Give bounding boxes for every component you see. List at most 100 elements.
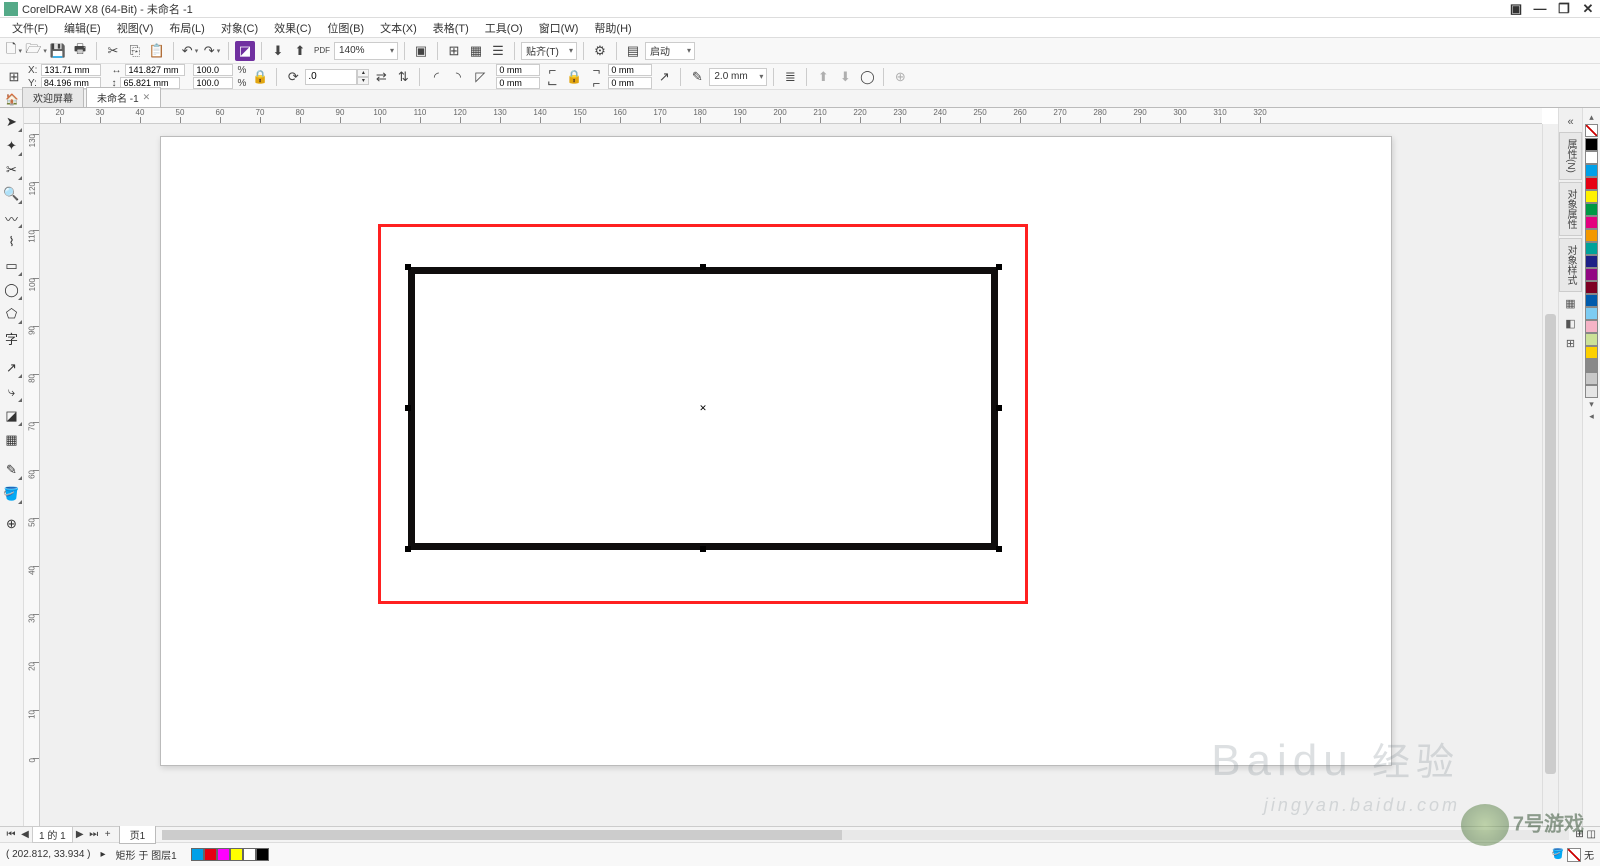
freehand-tool[interactable]: 〰 [1,207,23,229]
rot-up[interactable]: ▴ [357,69,369,77]
sel-handle-e[interactable] [996,405,1002,411]
page-last-button[interactable]: ⏭ [87,829,101,840]
menu-bitmaps[interactable]: 位图(B) [319,18,372,38]
publish-pdf-button[interactable]: PDF [312,41,332,61]
show-guidelines-button[interactable]: ☰ [488,41,508,61]
sel-handle-n[interactable] [700,264,706,270]
docker-opt3-icon[interactable]: ⊞ [1563,336,1579,352]
width-input[interactable] [125,64,185,76]
home-icon[interactable]: 🏠 [4,91,20,107]
sel-handle-sw[interactable] [405,546,411,552]
docker-expand-icon[interactable]: « [1563,114,1579,130]
sel-center-icon[interactable]: ✕ [699,404,707,412]
show-grid-button[interactable]: ▦ [466,41,486,61]
corner-bl-input[interactable] [496,77,540,89]
no-color-swatch[interactable] [1585,124,1598,137]
open-button[interactable]: 🗁 [26,41,46,61]
menu-edit[interactable]: 编辑(E) [56,18,109,38]
menu-table[interactable]: 表格(T) [425,18,477,38]
docker-opt2-icon[interactable]: ◧ [1563,316,1579,332]
corner-round-button[interactable]: ◜ [426,67,446,87]
snap-combo[interactable]: 贴齐(T) [521,42,577,60]
drop-shadow-tool[interactable]: ◪ [1,405,23,427]
parallel-dim-tool[interactable]: ↗ [1,357,23,379]
palette-down-icon[interactable]: ▾ [1589,399,1594,410]
ellipse-tool[interactable]: ◯ [1,279,23,301]
shape-tool[interactable]: ✦ [1,135,23,157]
color-swatch[interactable] [1585,190,1598,203]
scale-y-input[interactable] [193,77,233,89]
corner-tr-input[interactable] [608,64,652,76]
help-icon[interactable]: ▣ [1508,2,1524,16]
wrap-text-button[interactable]: ≣ [780,67,800,87]
color-swatch[interactable] [1585,164,1598,177]
docker-tab-properties[interactable]: 属性(N) [1559,132,1582,180]
quick-customize-button[interactable]: ⊕ [890,67,910,87]
corner-scallop-button[interactable]: ◝ [448,67,468,87]
scale-x-input[interactable] [193,64,233,76]
launch-combo[interactable]: 启动 [645,42,695,60]
x-position-input[interactable] [41,64,101,76]
rot-down[interactable]: ▾ [357,77,369,85]
zoom-combo[interactable]: 140% [334,42,398,60]
preset-icon[interactable]: ⊞ [4,67,24,87]
page-next-button[interactable]: ▶ [73,829,87,840]
to-back-button[interactable]: ⬇ [835,67,855,87]
zoom-tool[interactable]: 🔍 [1,183,23,205]
close-button[interactable]: ✕ [1580,2,1596,16]
docker-tab-object-styles[interactable]: 对象样式 [1559,238,1582,292]
menu-text[interactable]: 文本(X) [372,18,425,38]
sel-handle-nw[interactable] [405,264,411,270]
rotation-input[interactable] [305,69,357,85]
undo-button[interactable]: ↶ [180,41,200,61]
tab-close-icon[interactable]: ✕ [143,92,151,103]
color-swatch[interactable] [1585,385,1598,398]
color-swatch[interactable] [1585,229,1598,242]
vscroll-thumb[interactable] [1545,314,1556,774]
menu-tools[interactable]: 工具(O) [477,18,531,38]
doc-color-swatch[interactable] [230,848,243,861]
color-swatch[interactable] [1585,177,1598,190]
menu-window[interactable]: 窗口(W) [531,18,587,38]
palette-up-icon[interactable]: ▴ [1589,112,1594,123]
maximize-button[interactable]: ❐ [1556,2,1572,16]
page-tab-1[interactable]: 页1 [119,825,157,844]
mirror-v-button[interactable]: ⇅ [393,67,413,87]
copy-button[interactable]: ⎘ [125,41,145,61]
color-swatch[interactable] [1585,294,1598,307]
sel-handle-ne[interactable] [996,264,1002,270]
show-rulers-button[interactable]: ⊞ [444,41,464,61]
outline-width-combo[interactable]: 2.0 mm [709,68,767,86]
search-content-button[interactable]: ◪ [235,41,255,61]
new-button[interactable]: 🗋 [4,41,24,61]
corner-lock-bl-icon[interactable]: ⌙ [542,73,562,93]
app-launcher-icon[interactable]: ▤ [623,41,643,61]
horizontal-ruler[interactable]: 2030405060708090100110120130140150160170… [40,108,1542,124]
color-swatch[interactable] [1585,268,1598,281]
ruler-corner[interactable] [24,108,40,124]
doc-color-swatch[interactable] [256,848,269,861]
color-swatch[interactable] [1585,346,1598,359]
menu-object[interactable]: 对象(C) [213,18,266,38]
color-swatch[interactable] [1585,242,1598,255]
pick-tool[interactable]: ➤ [1,111,23,133]
crop-tool[interactable]: ✂ [1,159,23,181]
doc-color-swatch[interactable] [204,848,217,861]
color-swatch[interactable] [1585,359,1598,372]
transparency-tool[interactable]: ▦ [1,429,23,451]
docker-opt1-icon[interactable]: ▦ [1563,296,1579,312]
corner-lock-button[interactable]: 🔒 [564,67,584,87]
corner-lock-br-icon[interactable]: ⌐ [586,73,606,93]
doc-color-swatch[interactable] [191,848,204,861]
rectangle-tool[interactable]: ▭ [1,255,23,277]
redo-button[interactable]: ↷ [202,41,222,61]
doc-color-swatch[interactable] [217,848,230,861]
page-first-button[interactable]: ⏮ [4,829,18,840]
text-tool[interactable]: 字 [1,327,23,349]
tab-doc1[interactable]: 未命名 -1✕ [86,87,161,107]
nav-extra-icon[interactable]: ⊞ ◫ [1575,829,1596,840]
to-front-button[interactable]: ⬆ [813,67,833,87]
palette-flyout-icon[interactable]: ◂ [1589,411,1594,422]
relative-corner-button[interactable]: ↗ [654,67,674,87]
interactive-fill-tool[interactable]: 🪣 [1,483,23,505]
